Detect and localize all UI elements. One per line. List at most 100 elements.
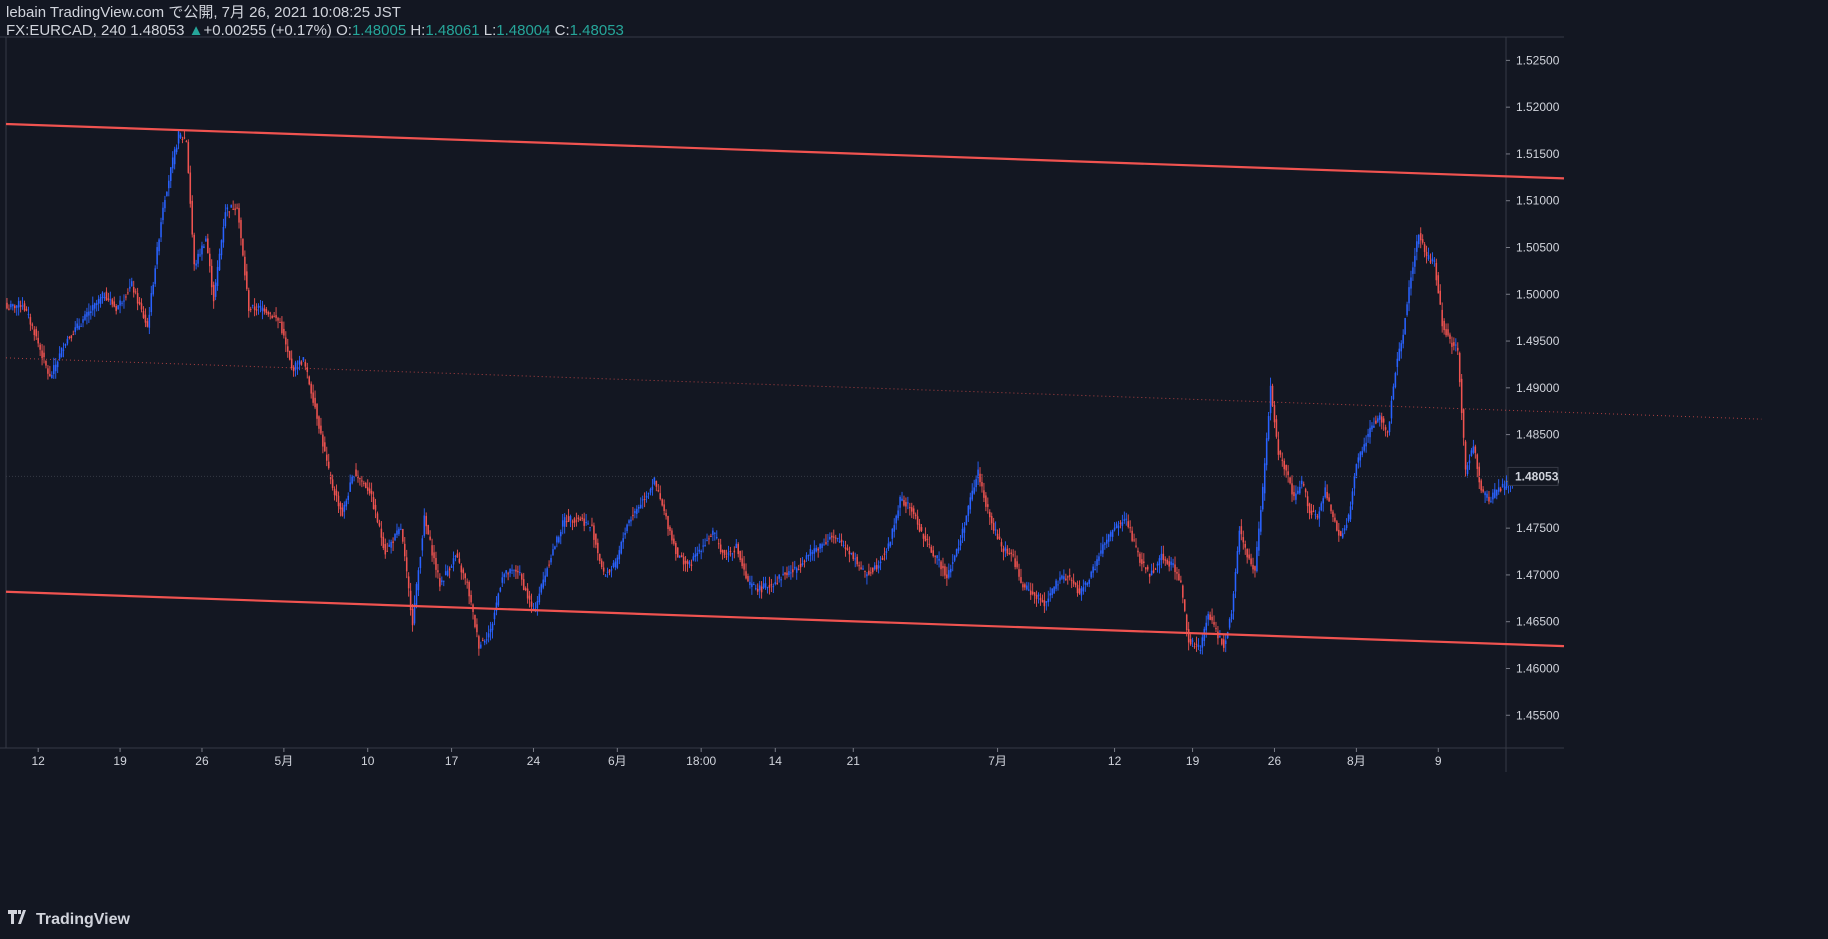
- candle-body: [480, 644, 482, 648]
- candle-body: [981, 482, 983, 487]
- candle-body: [214, 282, 217, 297]
- candle-body: [899, 497, 901, 508]
- candle-body: [117, 305, 119, 310]
- candle-body: [456, 553, 459, 558]
- candle-body: [402, 529, 404, 542]
- candle: [415, 582, 418, 609]
- candle-body: [1164, 559, 1167, 561]
- candle-body: [203, 246, 205, 249]
- candle-body: [1262, 486, 1264, 510]
- candle-body: [569, 516, 572, 521]
- candle-body: [248, 290, 250, 311]
- candle-body: [950, 568, 952, 573]
- candle-body: [599, 553, 601, 561]
- candle-body: [1437, 275, 1440, 294]
- candle-body: [109, 299, 112, 301]
- candle-body: [337, 495, 340, 507]
- candle-body: [72, 334, 75, 336]
- candle-body: [411, 608, 414, 626]
- candle-body: [487, 633, 490, 638]
- candle-body: [873, 565, 876, 570]
- candle-body: [918, 523, 921, 532]
- candle-body: [1053, 586, 1055, 594]
- candle-body: [1006, 548, 1009, 554]
- chart-canvas[interactable]: 1.52500 1.52000 1.51500 1.51000 1.50500 1.500…: [0, 0, 1828, 939]
- candle-body: [745, 571, 747, 579]
- candle-body: [179, 134, 182, 138]
- candle-body: [856, 556, 858, 565]
- candle-body: [1219, 636, 1221, 638]
- price-tick-label: 1.46000: [1516, 661, 1560, 675]
- candle-body: [132, 286, 135, 293]
- candle-body: [1285, 465, 1287, 471]
- candle-body: [885, 551, 888, 553]
- candle-body: [790, 572, 792, 574]
- candle-body: [998, 536, 1001, 539]
- candle-body: [171, 157, 174, 169]
- candle-body: [162, 207, 164, 221]
- candle-body: [394, 533, 396, 541]
- candle-body: [753, 584, 755, 586]
- candle-body: [959, 540, 962, 546]
- candle-body: [1394, 373, 1397, 388]
- candle-body: [838, 541, 841, 543]
- candle-body: [1080, 588, 1083, 596]
- time-tick-label: 7月: [988, 754, 1007, 768]
- candle-body: [556, 536, 558, 543]
- candle-body: [1240, 526, 1243, 535]
- candle-body: [723, 549, 726, 556]
- candle-body: [760, 586, 763, 593]
- candle-body: [889, 541, 892, 547]
- candle-body: [1402, 334, 1404, 344]
- candle-body: [415, 584, 418, 607]
- candle-body: [216, 266, 219, 286]
- time-tick-label: 6月: [608, 754, 627, 768]
- price-tick-label: 1.47000: [1516, 568, 1560, 582]
- time-tick-label: 24: [527, 754, 541, 768]
- candle-body: [526, 588, 529, 599]
- candle-body: [345, 500, 348, 507]
- candle-body: [396, 530, 398, 535]
- candle-body: [257, 305, 260, 308]
- candle-body: [737, 544, 739, 554]
- candle-body: [343, 504, 346, 512]
- candle-body: [797, 568, 800, 570]
- candle-body: [1055, 580, 1057, 589]
- candle-body: [571, 521, 574, 523]
- candle-body: [912, 508, 915, 515]
- candle-body: [82, 319, 84, 323]
- candle-body: [201, 245, 203, 255]
- candle-body: [1505, 481, 1508, 489]
- candle-body: [19, 305, 22, 307]
- candle-body: [407, 576, 410, 589]
- candle-body: [230, 204, 232, 208]
- candle-body: [634, 511, 636, 514]
- footer-brand[interactable]: TradingView: [8, 910, 130, 929]
- candle-body: [427, 525, 429, 535]
- candle-body: [326, 454, 328, 461]
- candle-body: [1447, 329, 1449, 336]
- candle-body: [93, 303, 96, 309]
- candle-body: [661, 499, 663, 506]
- candle-body: [1480, 480, 1482, 491]
- candle-body: [1197, 644, 1200, 647]
- candle-body: [714, 532, 716, 534]
- candle-body: [374, 504, 377, 511]
- candle-body: [205, 238, 207, 242]
- candle-body: [1047, 598, 1050, 603]
- candle-body: [1141, 559, 1143, 565]
- candle-body: [692, 556, 695, 561]
- candle-body: [462, 569, 465, 574]
- candle-body: [583, 518, 585, 526]
- candle-body: [1131, 530, 1133, 541]
- candle-body: [43, 352, 45, 358]
- candle-body: [546, 568, 548, 577]
- candle-body: [784, 572, 786, 575]
- candle-body: [946, 574, 948, 579]
- candle-body: [1453, 342, 1455, 346]
- candle-body: [503, 574, 505, 577]
- candle-body: [1468, 460, 1471, 464]
- candle-body: [1474, 446, 1477, 453]
- candle-body: [967, 505, 970, 516]
- low-label: L:: [483, 22, 497, 39]
